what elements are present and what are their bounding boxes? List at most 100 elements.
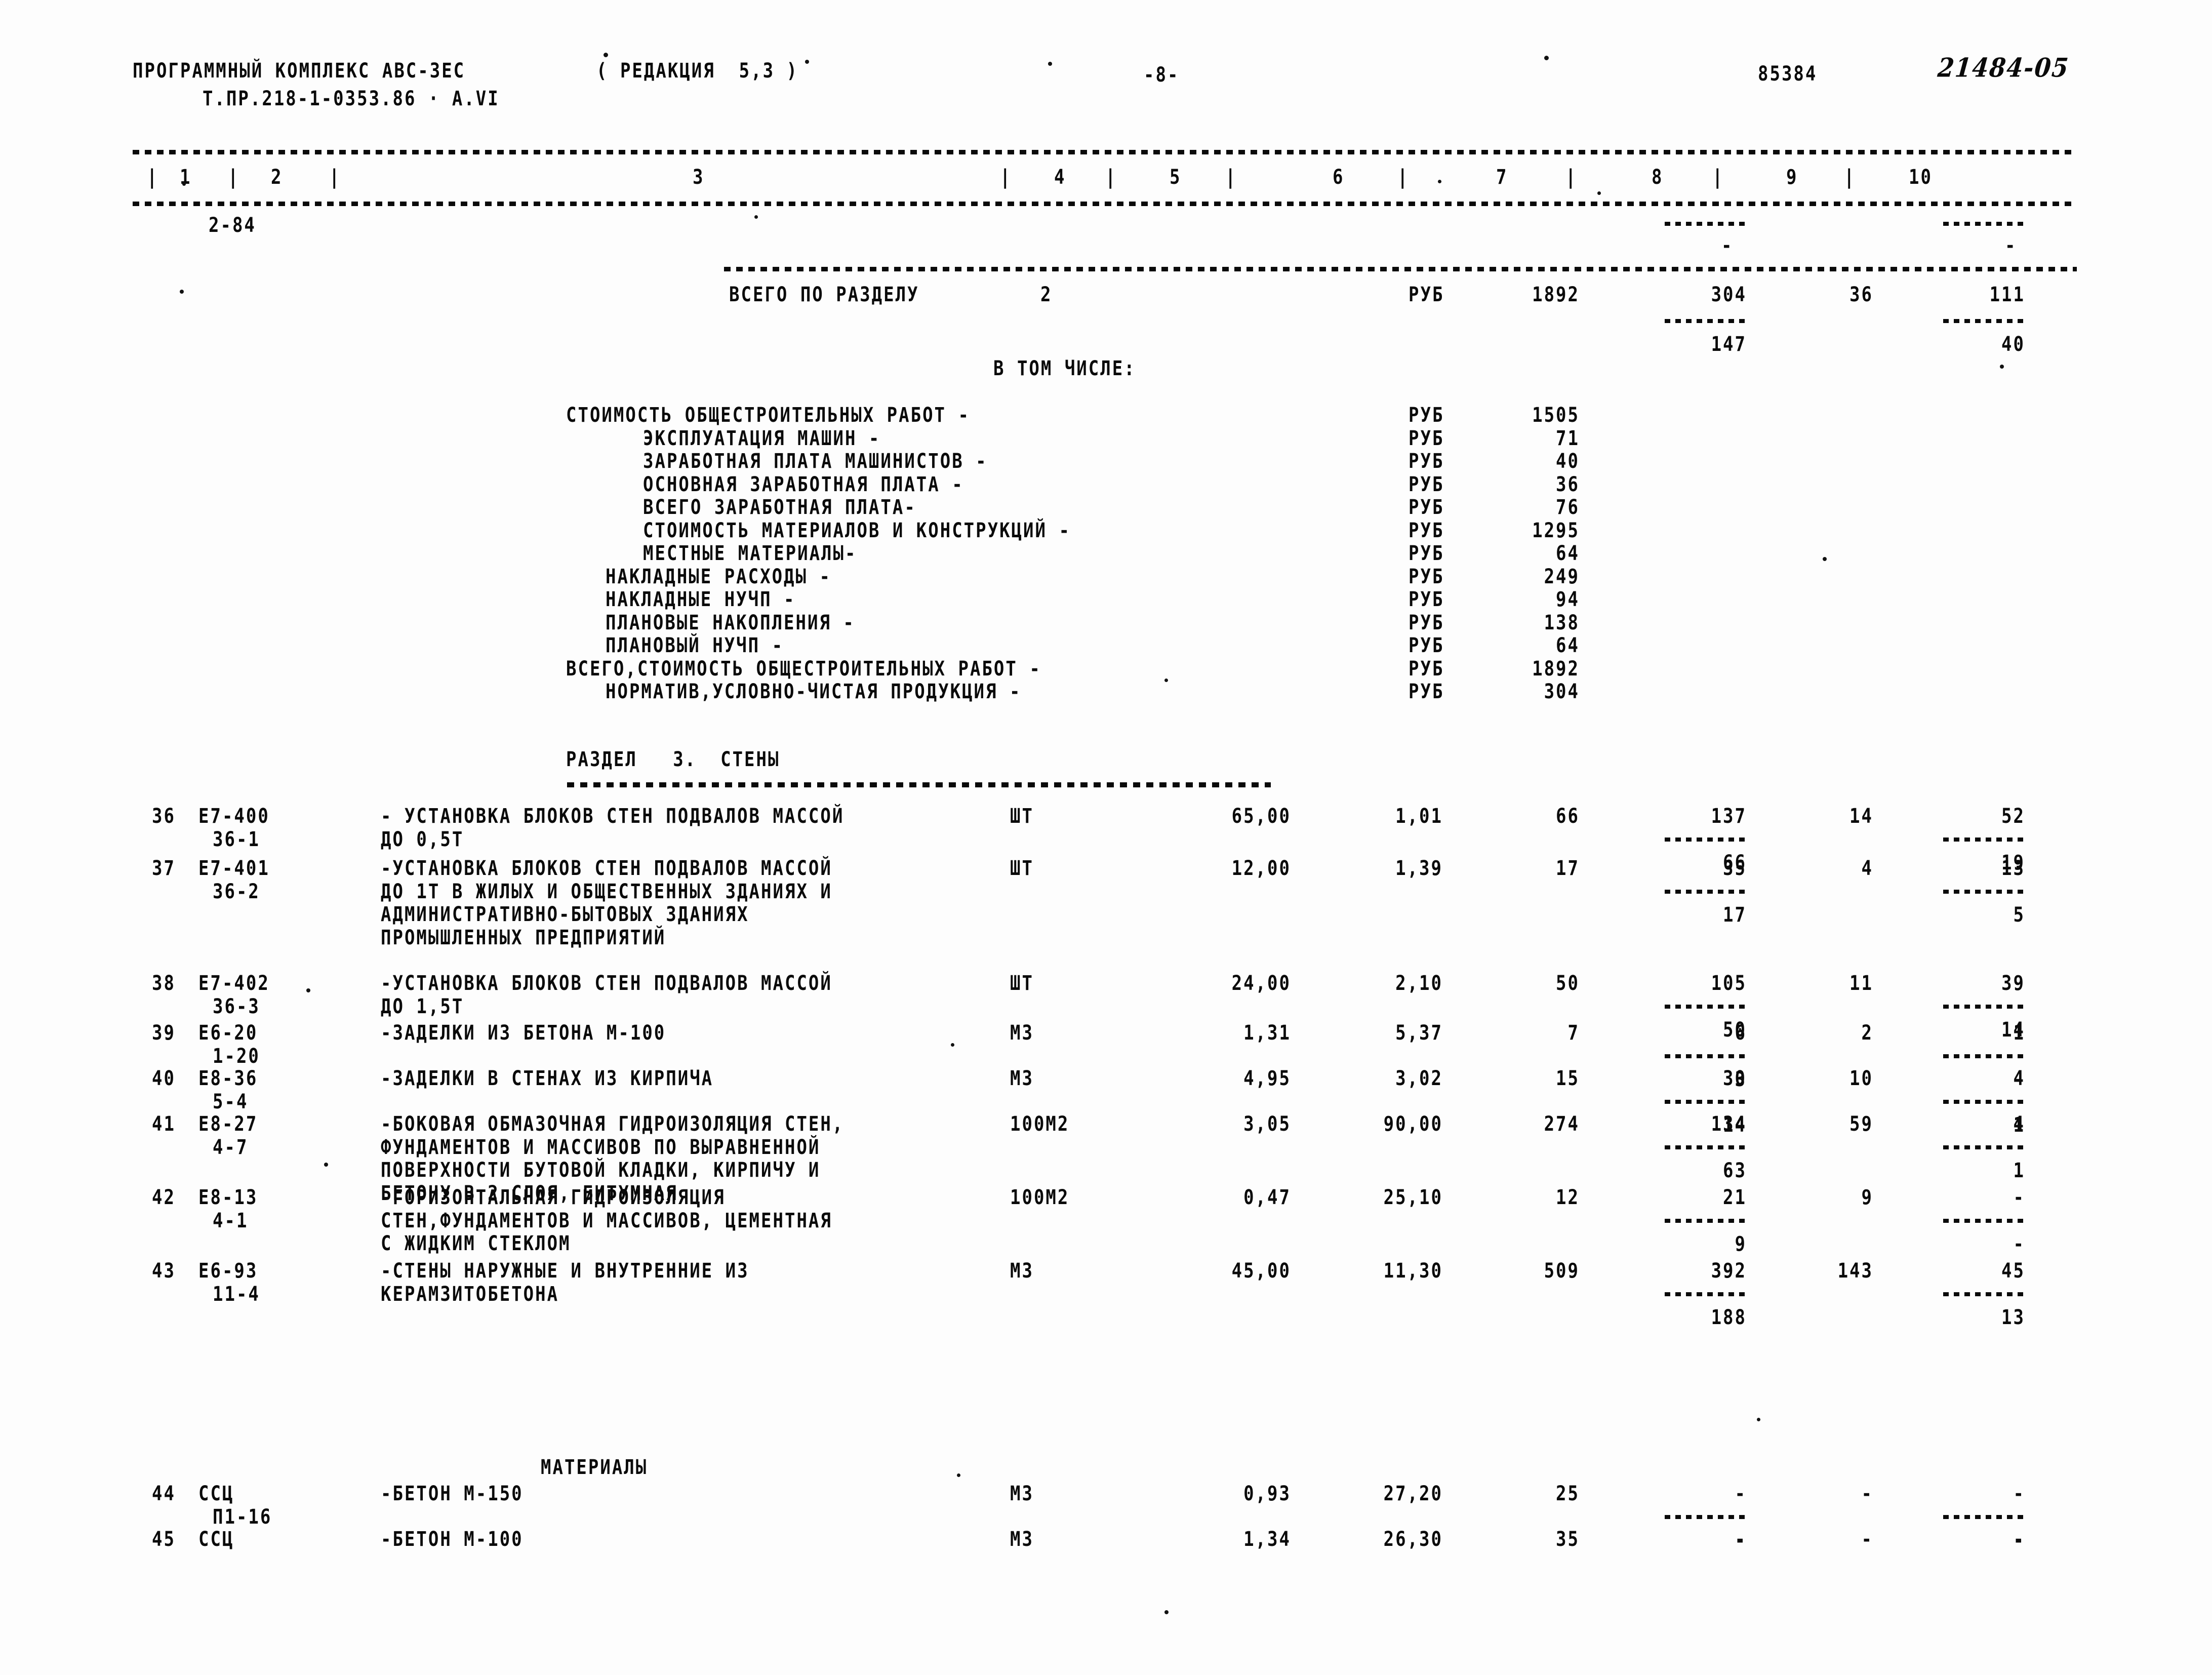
row-unit-42: 100М2 [1010,1185,1070,1210]
row-description-43-0: -СТЕНЫ НАРУЖНЫЕ И ВНУТРЕННИЕ ИЗ [381,1259,749,1283]
row-subcode-42: 4-1 [213,1208,249,1233]
header-rule-top [133,150,2077,154]
row-dash-c8-41 [1665,1145,1750,1149]
row-dash-c8-36 [1665,837,1750,842]
row-code-37: Е7-401 [198,856,270,881]
row-c10-41: 4 [2013,1112,2025,1136]
row-price-44: 27,20 [1383,1482,1443,1506]
row-description-36-1: ДО 0,5Т [381,827,464,852]
row-description-41-1: ФУНДАМЕНТОВ И МАССИВОВ ПО ВЫРАВНЕННОЙ [381,1135,821,1160]
row-c7-40: 15 [1556,1066,1580,1091]
row-c10-42: - [2013,1185,2025,1210]
row-price-41: 90,00 [1383,1112,1443,1136]
row-dash-c10-36 [1943,837,2028,842]
scan-speck [1597,191,1601,195]
row-c9-44: - [1861,1482,1873,1506]
section-total-label: ВСЕГО ПО РАЗДЕЛУ [729,283,919,307]
col-sep-3: | [1000,165,1012,189]
row-c7-45: 35 [1556,1527,1580,1551]
breakdown-value-3: 36 [1556,472,1580,497]
scan-speck [306,988,310,992]
row-c10-45: - [2013,1527,2025,1551]
breakdown-unit-4: РУБ [1409,495,1444,520]
row-description-39-0: -ЗАДЕЛКИ ИЗ БЕТОНА М-100 [381,1021,666,1045]
row-sub-c8-43: 188 [1711,1305,1747,1330]
row-qty-43: 45,00 [1231,1259,1291,1283]
row-number-37: 37 [152,856,176,881]
row-c8-38: 105 [1711,971,1747,995]
row-unit-38: ШТ [1010,971,1034,995]
row-description-37-1: ДО 1Т В ЖИЛЫХ И ОБЩЕСТВЕННЫХ ЗДАНИЯХ И [381,879,832,904]
section-total-number: 2 [1040,283,1053,307]
row-price-42: 25,10 [1383,1185,1443,1210]
breakdown-label-6: МЕСТНЫЕ МАТЕРИАЛЫ- [643,541,857,566]
col-sep-8: | [1712,165,1724,189]
breakdown-unit-9: РУБ [1409,610,1444,635]
row-code-44: ССЦ [198,1482,234,1506]
row-c8-42: 21 [1723,1185,1747,1210]
materials-heading: МАТЕРИАЛЫ [541,1455,648,1480]
row-code-43: Е6-93 [198,1259,258,1283]
row-c8-36: 137 [1711,804,1747,828]
breakdown-value-9: 138 [1544,610,1580,635]
row-subcode-38: 36-3 [213,994,260,1019]
breakdown-unit-7: РУБ [1409,564,1444,589]
breakdown-value-4: 76 [1556,495,1580,520]
row-dash-c10-42 [1943,1219,2028,1223]
row-sub-c10-41: 1 [2013,1159,2025,1183]
row-number-44: 44 [152,1482,176,1506]
breakdown-unit-10: РУБ [1409,633,1444,658]
row-dash-c8-40 [1665,1100,1750,1104]
row-description-37-3: ПРОМЫШЛЕННЫХ ПРЕДПРИЯТИЙ [381,925,666,950]
row-c7-41: 274 [1544,1112,1580,1136]
breakdown-label-2: ЗАРАБОТНАЯ ПЛАТА МАШИНИСТОВ - [643,449,988,473]
row-code-41: Е8-27 [198,1112,258,1136]
row-description-44-0: -БЕТОН М-150 [381,1482,524,1506]
row-dash-c10-39 [1943,1054,2028,1058]
row-sub-c8-37: 17 [1723,903,1747,927]
row-subcode-44: П1-16 [213,1504,272,1529]
page-marker: -8- [1144,63,1180,87]
row-dash-c10-44 [1943,1515,2028,1519]
row-price-38: 2,10 [1395,971,1443,995]
scan-speck [180,290,184,294]
row-subcode-40: 5-4 [213,1089,249,1114]
scan-speck [1048,62,1052,66]
row-c9-38: 11 [1849,971,1873,995]
scan-speck [182,182,186,186]
row-c7-37: 17 [1556,856,1580,881]
row-sub-c10-42: - [2013,1232,2025,1256]
header-rule-bottom [133,202,2077,206]
breakdown-unit-6: РУБ [1409,541,1444,566]
column-header-5: 5 [1170,165,1182,189]
row-price-39: 5,37 [1395,1021,1443,1045]
breakdown-label-5: СТОИМОСТЬ МАТЕРИАЛОВ И КОНСТРУКЦИЙ - [643,518,1071,543]
row-c9-43: 143 [1837,1259,1873,1283]
breakdown-unit-8: РУБ [1409,587,1444,612]
row-description-41-2: ПОВЕРХНОСТИ БУТОВОЙ КЛАДКИ, КИРПИЧУ И [381,1158,821,1182]
row-c10-36: 52 [2001,804,2025,828]
breakdown-value-8: 94 [1556,587,1580,612]
row-qty-38: 24,00 [1231,971,1291,995]
program-title: ПРОГРАММНЫЙ КОМПЛЕКС АВС-3ЕС [133,59,466,83]
scanned-page: ПРОГРАММНЫЙ КОМПЛЕКС АВС-3ЕС ( РЕДАКЦИЯ … [0,0,2212,1675]
breakdown-value-7: 249 [1544,564,1580,589]
row-sub-c8-42: 9 [1735,1232,1747,1256]
col-sep-6: | [1397,165,1410,189]
row-dash-c10-37 [1943,890,2028,894]
edition-label: ( РЕДАКЦИЯ 5,3 ) [596,59,798,83]
row-c7-43: 509 [1544,1259,1580,1283]
breakdown-value-10: 64 [1556,633,1580,658]
column-header-6: 6 [1333,165,1345,189]
scan-speck [1823,557,1827,561]
breakdown-value-5: 1295 [1532,518,1580,543]
row-dash-c8-42 [1665,1219,1750,1223]
row-description-38-1: ДО 1,5Т [381,994,464,1019]
row-c9-37: 4 [1861,856,1873,881]
col-sep-9: | [1844,165,1856,189]
section-total-dash-c8 [1665,319,1750,323]
col-sep-7: | [1565,165,1578,189]
marker-dash-c8 [1665,222,1750,226]
row-description-42-2: С ЖИДКИМ СТЕКЛОМ [381,1231,571,1256]
row-price-37: 1,39 [1395,856,1443,881]
